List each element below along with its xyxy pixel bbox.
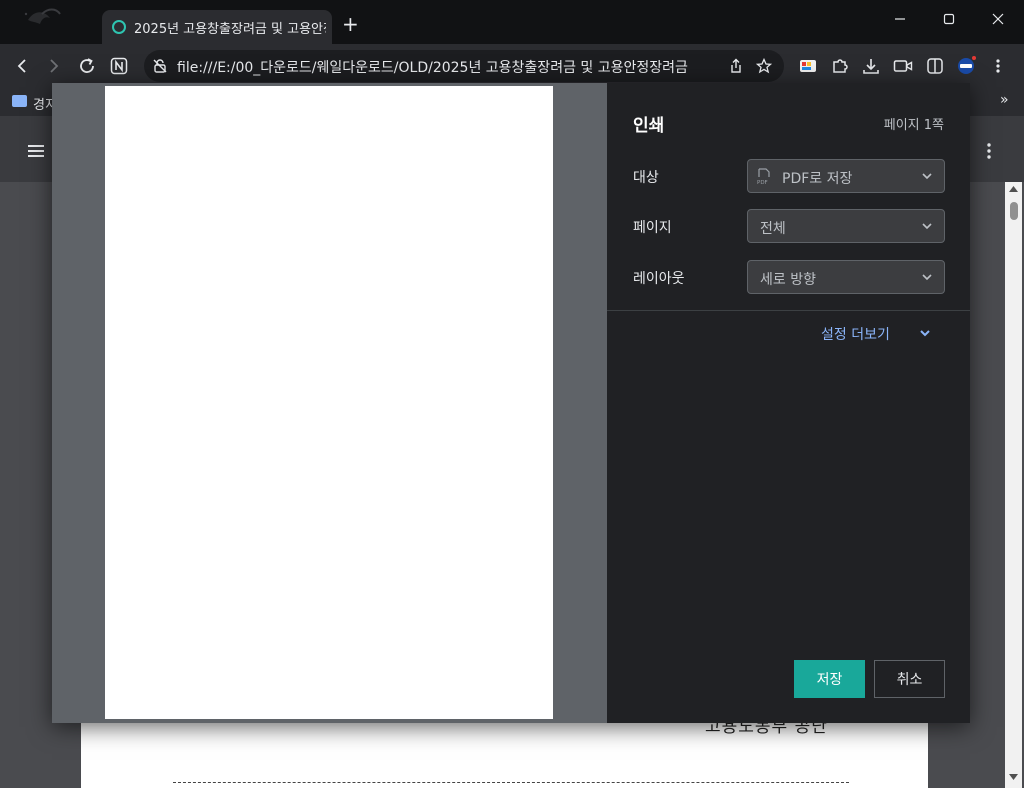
destination-select[interactable]: PDF PDF로 저장 [747,159,945,193]
browser-toolbar: file:///E:/00_다운로드/웨일다운로드/OLD/2025년 고용창출… [0,44,1024,88]
scroll-down-icon[interactable] [1009,774,1018,780]
bookmarks-overflow-icon[interactable]: » [1000,92,1009,108]
preview-page [105,86,553,719]
whale-logo-icon [24,8,61,24]
naver-icon[interactable] [107,54,131,78]
reload-icon[interactable] [75,54,99,78]
svg-text:PDF: PDF [757,180,768,185]
layout-label: 레이아웃 [633,271,685,287]
cancel-button[interactable]: 취소 [874,660,945,698]
share-icon[interactable] [728,58,744,74]
layout-value: 세로 방향 [760,272,816,288]
video-icon[interactable] [891,54,915,78]
pages-label: 페이지 [633,220,672,236]
print-settings-panel: 인쇄 페이지 1쪽 대상 PDF PDF로 저장 페이지 전체 레이아웃 세로 … [607,83,970,723]
back-icon[interactable] [10,54,34,78]
extensions-puzzle-icon[interactable] [828,54,852,78]
pages-value: 전체 [760,221,786,237]
address-bar[interactable]: file:///E:/00_다운로드/웨일다운로드/OLD/2025년 고용창출… [144,50,784,82]
more-settings-link[interactable]: 설정 더보기 [821,324,890,344]
extension-color-icon[interactable] [796,54,820,78]
minimize-icon[interactable] [887,8,913,30]
print-dialog: 인쇄 페이지 1쪽 대상 PDF PDF로 저장 페이지 전체 레이아웃 세로 … [52,83,970,723]
viewer-more-icon[interactable] [986,142,992,160]
close-icon[interactable] [985,8,1011,30]
page-count: 페이지 1쪽 [883,118,944,133]
document-divider [173,782,849,783]
folder-icon [12,95,27,107]
site-info-icon[interactable] [152,58,168,74]
scrollbar-thumb[interactable] [1010,202,1018,220]
print-preview [52,83,607,723]
chevron-down-icon [922,173,932,180]
tab-title: 2025년 고용창출장려금 및 고용안정장려금 [134,22,326,37]
settings-divider [607,310,970,311]
tab-favicon-icon [112,20,126,34]
scroll-up-icon[interactable] [1009,186,1018,192]
more-menu-icon[interactable] [986,54,1010,78]
pages-select[interactable]: 전체 [747,209,945,243]
save-button[interactable]: 저장 [794,660,865,698]
bookmark-star-icon[interactable] [756,58,773,74]
hamburger-menu-icon[interactable] [27,144,45,158]
pdf-file-icon: PDF [757,168,770,185]
chevron-down-icon [922,274,932,281]
print-title: 인쇄 [633,116,665,136]
destination-value: PDF로 저장 [782,171,853,187]
title-bar: 2025년 고용창출장려금 및 고용안정장려금 + [0,0,1024,44]
page-scrollbar[interactable] [1005,182,1022,788]
download-icon[interactable] [859,54,883,78]
new-tab-icon[interactable]: + [342,14,359,34]
chevron-down-icon [922,223,932,230]
sidebar-toggle-icon[interactable] [923,54,947,78]
layout-select[interactable]: 세로 방향 [747,260,945,294]
chevron-down-icon[interactable] [918,326,932,340]
url-text: file:///E:/00_다운로드/웨일다운로드/OLD/2025년 고용창출… [177,60,688,76]
active-tab[interactable]: 2025년 고용창출장려금 및 고용안정장려금 [102,10,332,44]
destination-label: 대상 [633,170,659,186]
profile-avatar-icon[interactable] [954,54,978,78]
forward-icon[interactable] [42,54,66,78]
maximize-icon[interactable] [936,8,962,30]
